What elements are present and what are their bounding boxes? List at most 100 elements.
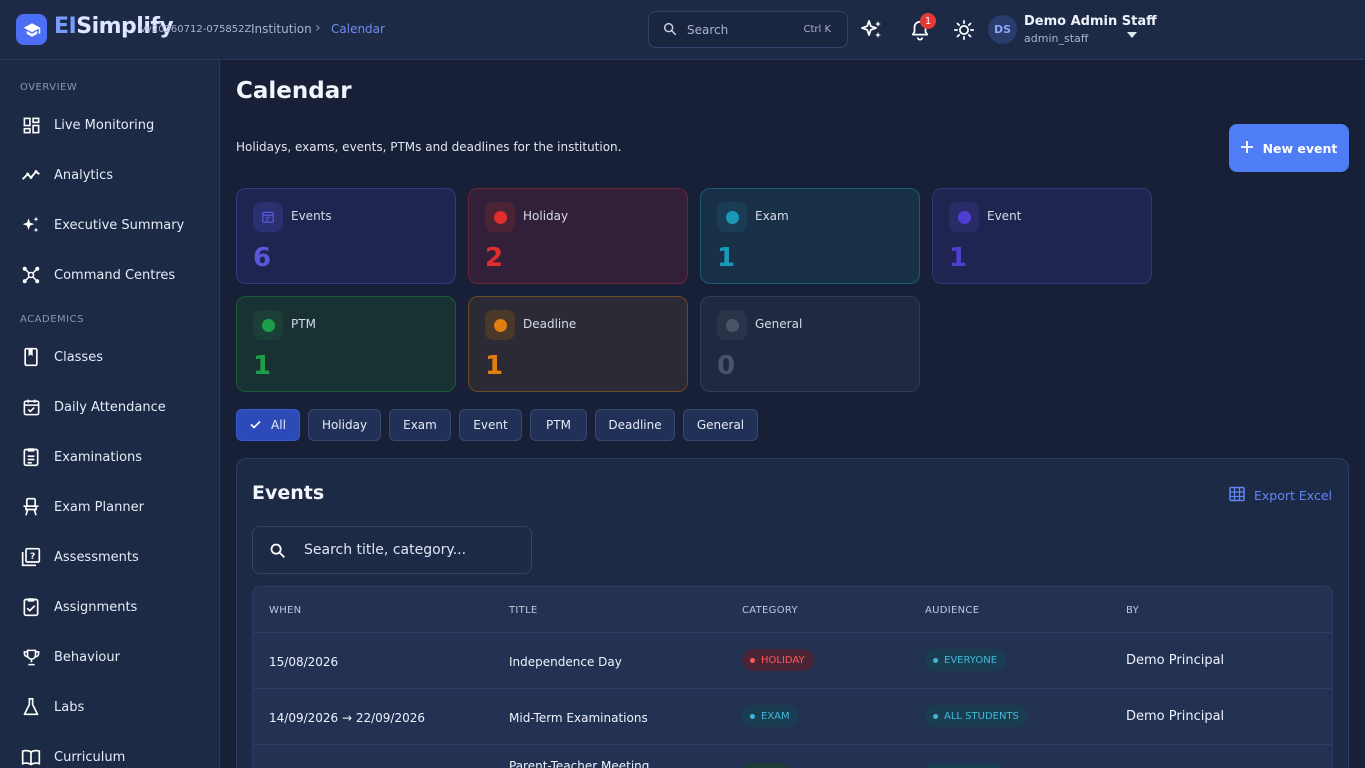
general-dot-icon bbox=[717, 310, 747, 340]
cell-by: Demo Principal bbox=[1126, 709, 1225, 724]
filter-general[interactable]: General bbox=[683, 409, 758, 441]
new-event-button[interactable]: New event bbox=[1229, 124, 1349, 172]
sidebar-item-daily-attendance[interactable]: Daily Attendance bbox=[20, 394, 210, 420]
event-note-icon bbox=[253, 202, 283, 232]
calendar-check-icon bbox=[20, 396, 42, 418]
stat-value: 0 bbox=[717, 351, 736, 381]
sidebar-section-academics: ACADEMICS bbox=[20, 314, 84, 325]
caret-down-icon[interactable] bbox=[1126, 24, 1138, 43]
sidebar-item-curriculum[interactable]: Curriculum bbox=[20, 744, 210, 768]
sidebar-item-examinations[interactable]: Examinations bbox=[20, 444, 210, 470]
new-event-label: New event bbox=[1262, 140, 1338, 156]
plus-icon bbox=[1240, 140, 1253, 156]
dashboard-icon bbox=[20, 114, 42, 136]
top-bar: EISimplify vv20260712-075852Z Institutio… bbox=[0, 0, 1365, 60]
sidebar-item-exam-planner[interactable]: Exam Planner bbox=[20, 494, 210, 520]
stat-value: 1 bbox=[949, 243, 968, 273]
breadcrumb-institution[interactable]: Institution bbox=[251, 22, 312, 36]
filter-deadline[interactable]: Deadline bbox=[595, 409, 675, 441]
sun-icon[interactable] bbox=[951, 17, 977, 43]
event-dot-icon bbox=[949, 202, 979, 232]
sidebar-item-command-centres[interactable]: Command Centres bbox=[20, 262, 210, 288]
quiz-icon: ? bbox=[20, 546, 42, 568]
sidebar-item-label: Analytics bbox=[54, 167, 114, 183]
sparkles-icon[interactable] bbox=[859, 17, 885, 43]
search-shortcut: Ctrl K bbox=[803, 24, 831, 35]
sidebar-item-behaviour[interactable]: Behaviour bbox=[20, 644, 210, 670]
sidebar-item-label: Assignments bbox=[54, 599, 138, 615]
column-header-when[interactable]: WHEN bbox=[269, 605, 301, 616]
avatar[interactable]: DS bbox=[988, 15, 1017, 44]
stat-label: PTM bbox=[291, 317, 316, 331]
notification-badge: 1 bbox=[920, 13, 936, 29]
sidebar-item-assignments[interactable]: Assignments bbox=[20, 594, 210, 620]
flask-icon bbox=[20, 696, 42, 718]
check-icon bbox=[250, 418, 261, 432]
ptm-dot-icon bbox=[253, 310, 283, 340]
stat-card-holiday[interactable]: Holiday 2 bbox=[468, 188, 688, 284]
cell-by: Demo Principal bbox=[1126, 653, 1225, 668]
sidebar-item-assessments[interactable]: ? Assessments bbox=[20, 544, 210, 570]
table-row[interactable]: 14/09/2026 → 22/09/2026 Mid-Term Examina… bbox=[253, 688, 1332, 744]
audience-badge: ALL STUDENTS bbox=[925, 705, 1028, 727]
page-subtitle: Holidays, exams, events, PTMs and deadli… bbox=[236, 140, 622, 154]
graduation-cap-logo-icon[interactable] bbox=[16, 14, 47, 45]
sidebar-item-labs[interactable]: Labs bbox=[20, 694, 210, 720]
sidebar-item-classes[interactable]: Classes bbox=[20, 344, 210, 370]
sidebar-item-live-monitoring[interactable]: Live Monitoring bbox=[20, 112, 210, 138]
stat-label: General bbox=[755, 317, 803, 331]
sidebar-item-label: Curriculum bbox=[54, 749, 126, 765]
table-row[interactable]: 15/08/2026 Independence Day HOLIDAY EVER… bbox=[253, 632, 1332, 688]
column-header-audience[interactable]: AUDIENCE bbox=[925, 605, 979, 616]
stat-value: 6 bbox=[253, 243, 272, 273]
filter-ptm[interactable]: PTM bbox=[530, 409, 587, 441]
stat-label: Event bbox=[987, 209, 1022, 223]
desk-chair-icon bbox=[20, 496, 42, 518]
stat-card-general[interactable]: General 0 bbox=[700, 296, 920, 392]
table-row[interactable]: Parent-Teacher Meeting bbox=[253, 744, 1332, 768]
sidebar-item-label: Labs bbox=[54, 699, 85, 715]
column-header-category[interactable]: CATEGORY bbox=[742, 605, 798, 616]
category-badge: HOLIDAY bbox=[742, 649, 814, 671]
column-header-title[interactable]: TITLE bbox=[509, 605, 538, 616]
sidebar-item-label: Exam Planner bbox=[54, 499, 144, 515]
sidebar-item-label: Live Monitoring bbox=[54, 117, 155, 133]
book-icon bbox=[20, 346, 42, 368]
filter-event[interactable]: Event bbox=[459, 409, 522, 441]
stat-card-events[interactable]: Events 6 bbox=[236, 188, 456, 284]
audience-badge bbox=[925, 763, 1005, 768]
export-excel-button[interactable]: Export Excel bbox=[1229, 486, 1332, 505]
column-header-by[interactable]: BY bbox=[1126, 605, 1139, 616]
hub-icon bbox=[20, 264, 42, 286]
cell-title: Independence Day bbox=[509, 655, 622, 669]
sidebar-item-label: Daily Attendance bbox=[54, 399, 166, 415]
category-badge: EXAM bbox=[742, 705, 799, 727]
sparkles-icon bbox=[20, 214, 42, 236]
search-placeholder: Search title, category... bbox=[304, 542, 467, 558]
open-book-icon bbox=[20, 746, 42, 768]
exam-dot-icon bbox=[717, 202, 747, 232]
global-search[interactable]: Search Ctrl K bbox=[648, 11, 848, 48]
filter-all[interactable]: All bbox=[236, 409, 300, 441]
breadcrumb-calendar: Calendar bbox=[331, 22, 385, 36]
version-label: vv20260712-075852Z bbox=[140, 24, 252, 35]
stat-value: 1 bbox=[253, 351, 272, 381]
cell-when: 15/08/2026 bbox=[269, 655, 339, 669]
filter-exam[interactable]: Exam bbox=[389, 409, 451, 441]
user-role: admin_staff bbox=[1024, 32, 1089, 45]
trophy-icon bbox=[20, 646, 42, 668]
events-title: Events bbox=[252, 482, 325, 504]
svg-text:?: ? bbox=[30, 551, 35, 562]
stat-value: 2 bbox=[485, 243, 504, 273]
trending-line-icon bbox=[20, 164, 42, 186]
filter-holiday[interactable]: Holiday bbox=[308, 409, 381, 441]
stat-card-event[interactable]: Event 1 bbox=[932, 188, 1152, 284]
sidebar-item-executive-summary[interactable]: Executive Summary bbox=[20, 212, 210, 238]
stat-label: Holiday bbox=[523, 209, 569, 223]
events-search-input[interactable]: Search title, category... bbox=[252, 526, 532, 574]
stat-card-deadline[interactable]: Deadline 1 bbox=[468, 296, 688, 392]
stat-card-ptm[interactable]: PTM 1 bbox=[236, 296, 456, 392]
sidebar-item-label: Behaviour bbox=[54, 649, 120, 665]
sidebar-item-analytics[interactable]: Analytics bbox=[20, 162, 210, 188]
stat-card-exam[interactable]: Exam 1 bbox=[700, 188, 920, 284]
